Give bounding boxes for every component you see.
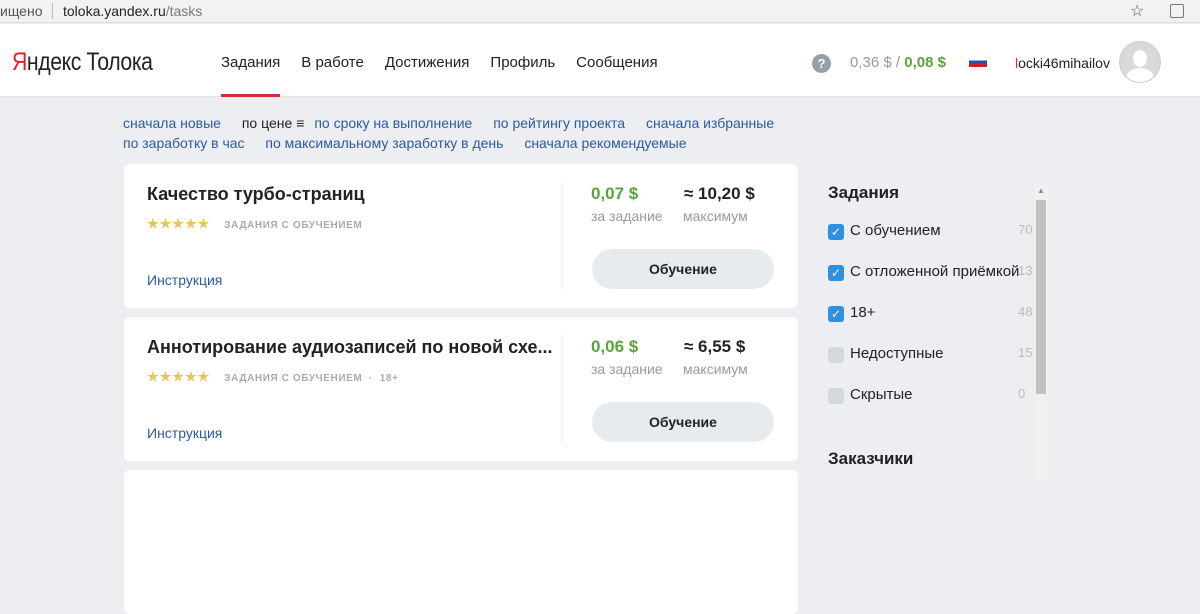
filters-sidebar: Задания ✓ С обучением 70 ✓ С отложенной при…: [828, 183, 1038, 488]
task-max-earnings: ≈ 6,55 $: [684, 337, 746, 356]
filter-label: 18+: [850, 304, 876, 321]
balance-separator: /: [891, 54, 905, 71]
divider: [561, 335, 562, 443]
instruction-link[interactable]: Инструкция: [147, 272, 222, 288]
nav-messages[interactable]: Сообщения: [576, 24, 657, 97]
max-label: максимум: [683, 208, 748, 224]
filters-title: Задания: [828, 183, 899, 202]
url-text[interactable]: toloka.yandex.ru/tasks: [63, 3, 202, 19]
sort-by-price[interactable]: по цене: [242, 115, 292, 131]
training-button[interactable]: Обучение: [592, 249, 774, 289]
avatar[interactable]: [1119, 41, 1161, 83]
checkbox-checked-icon[interactable]: ✓: [828, 265, 844, 281]
task-meta: ★★★★★ ЗАДАНИЯ С ОБУЧЕНИЕМ · 18+: [147, 369, 399, 385]
sort-favorites[interactable]: сначала избранные: [646, 115, 774, 131]
divider: [52, 3, 53, 19]
task-title[interactable]: Аннотирование аудиозаписей по новой схе.…: [147, 337, 553, 358]
scrollbar-thumb[interactable]: [1036, 200, 1046, 394]
filter-count: 15: [1018, 345, 1033, 360]
main-nav: Задания В работе Достижения Профиль Сооб…: [221, 24, 658, 97]
training-button[interactable]: Обучение: [592, 402, 774, 442]
task-tags: ЗАДАНИЯ С ОБУЧЕНИЕМ: [224, 220, 363, 231]
nav-in-progress[interactable]: В работе: [301, 24, 364, 97]
filter-label: Недоступные: [850, 345, 944, 362]
bookmark-star-icon[interactable]: ☆: [1130, 1, 1144, 21]
sort-newest[interactable]: сначала новые: [123, 115, 221, 131]
filter-label: С отложенной приёмкой: [850, 263, 1020, 280]
task-price: 0,07 $: [591, 184, 639, 203]
checkbox-icon[interactable]: [828, 388, 844, 404]
sort-max-daily-earnings[interactable]: по максимальному заработку в день: [265, 135, 503, 151]
extension-icon[interactable]: [1170, 4, 1184, 18]
filter-count: 70: [1018, 222, 1033, 237]
task-price: 0,06 $: [591, 337, 639, 356]
filter-count: 48: [1018, 304, 1033, 319]
site-header: Яндекс Толока Задания В работе Достижени…: [0, 24, 1200, 97]
checkbox-checked-icon[interactable]: ✓: [828, 224, 844, 240]
logo-ya: Я: [12, 48, 27, 76]
filter-18-plus[interactable]: ✓ 18+ 48: [828, 304, 1038, 345]
task-card[interactable]: Аннотирование аудиозаписей по новой схе.…: [124, 317, 798, 461]
task-card[interactable]: Качество турбо-страниц ★★★★★ ЗАДАНИЯ С ОБ…: [124, 164, 798, 308]
url-path: /tasks: [165, 3, 203, 19]
sort-project-rating[interactable]: по рейтингу проекта: [493, 115, 625, 131]
max-label: максимум: [683, 361, 748, 377]
rating-stars-icon: ★★★★★: [147, 369, 211, 384]
checkbox-checked-icon[interactable]: ✓: [828, 306, 844, 322]
filter-with-training[interactable]: ✓ С обучением 70: [828, 222, 1038, 263]
checkbox-icon[interactable]: [828, 347, 844, 363]
task-card[interactable]: [124, 470, 798, 614]
rating-stars-icon: ★★★★★: [147, 216, 211, 231]
divider: [561, 182, 562, 290]
filter-count: 13: [1018, 263, 1033, 278]
sort-options: сначала новые по цене ≡ по сроку на выпол…: [123, 113, 803, 153]
scroll-up-icon[interactable]: ▲: [1037, 186, 1045, 195]
instruction-link[interactable]: Инструкция: [147, 425, 222, 441]
nav-tasks[interactable]: Задания: [221, 24, 281, 97]
price-label: за задание: [591, 361, 663, 377]
customers-title: Заказчики: [828, 449, 914, 468]
balance[interactable]: 0,36 $ / 0,08 $: [850, 54, 946, 71]
task-meta: ★★★★★ ЗАДАНИЯ С ОБУЧЕНИЕМ: [147, 216, 362, 232]
task-title[interactable]: Качество турбо-страниц: [147, 184, 365, 205]
sort-deadline[interactable]: по сроку на выполнение: [314, 115, 472, 131]
filter-count: 0: [1018, 386, 1026, 401]
balance-amount: 0,36 $: [850, 54, 892, 71]
yandex-toloka-logo[interactable]: Яндекс Толока: [12, 48, 153, 77]
username[interactable]: locki46mihailov: [1015, 55, 1110, 71]
logo-ndex: ндекс: [26, 48, 81, 76]
sidebar-scrollbar[interactable]: ▲: [1034, 184, 1048, 481]
bonus-amount: 0,08 $: [904, 54, 946, 71]
price-label: за задание: [591, 208, 663, 224]
browser-address-bar[interactable]: ищено toloka.yandex.ru/tasks ☆: [0, 0, 1200, 23]
task-tags: ЗАДАНИЯ С ОБУЧЕНИЕМ · 18+: [224, 373, 399, 384]
nav-achievements[interactable]: Достижения: [385, 24, 470, 97]
filter-delayed-acceptance[interactable]: ✓ С отложенной приёмкой 13: [828, 263, 1038, 304]
sort-direction-icon[interactable]: ≡: [296, 115, 304, 131]
sort-hourly-earnings[interactable]: по заработку в час: [123, 135, 245, 151]
url-host: toloka.yandex.ru: [63, 3, 166, 19]
sort-recommended[interactable]: сначала рекомендуемые: [524, 135, 686, 151]
filter-hidden[interactable]: Скрытые 0: [828, 386, 1038, 427]
filter-label: С обучением: [850, 222, 941, 239]
security-label: ищено: [0, 3, 43, 19]
nav-profile[interactable]: Профиль: [490, 24, 555, 97]
help-icon[interactable]: ?: [812, 54, 831, 73]
filter-unavailable[interactable]: Недоступные 15: [828, 345, 1038, 386]
username-rest: ocki46mihailov: [1018, 55, 1110, 71]
filter-label: Скрытые: [850, 386, 913, 403]
logo-toloka: Толока: [86, 48, 153, 76]
task-max-earnings: ≈ 10,20 $: [684, 184, 755, 203]
russian-flag-icon[interactable]: [969, 57, 987, 67]
